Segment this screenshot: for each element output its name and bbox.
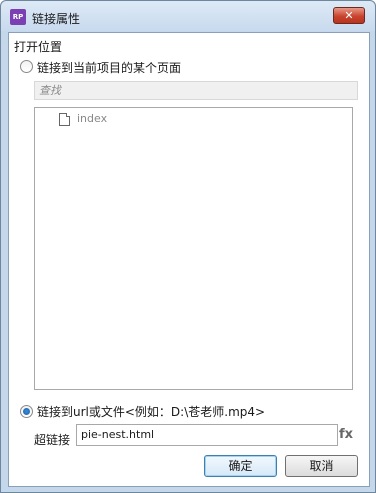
hyperlink-label: 超链接 xyxy=(34,433,71,447)
page-icon xyxy=(59,113,70,126)
axure-rp-icon: RP xyxy=(10,9,26,25)
search-input[interactable]: 查找 xyxy=(34,81,358,100)
cancel-button[interactable]: 取消 xyxy=(285,455,358,477)
ok-button[interactable]: 确定 xyxy=(204,455,277,477)
hyperlink-input[interactable]: pie-nest.html xyxy=(76,424,338,446)
page-tree[interactable]: index xyxy=(34,107,353,390)
title-bar[interactable]: RP 链接属性 ✕ xyxy=(1,1,375,31)
close-button[interactable]: ✕ xyxy=(333,7,365,24)
radio-link-page[interactable] xyxy=(20,60,33,73)
fx-button[interactable]: fx xyxy=(339,427,353,442)
radio-link-url-label[interactable]: 链接到url或文件<例如：D:\苍老师.mp4> xyxy=(37,403,265,420)
window-title: 链接属性 xyxy=(32,12,81,26)
link-properties-dialog: RP 链接属性 ✕ 打开位置 链接到当前项目的某个页面 查找 index 链接到… xyxy=(0,0,376,493)
open-location-label: 打开位置 xyxy=(14,40,63,54)
search-placeholder: 查找 xyxy=(39,84,61,97)
tree-item-index[interactable]: index xyxy=(77,112,107,125)
dialog-body: 打开位置 链接到当前项目的某个页面 查找 index 链接到url或文件<例如：… xyxy=(8,32,370,487)
radio-link-page-label[interactable]: 链接到当前项目的某个页面 xyxy=(37,59,181,76)
radio-link-url[interactable] xyxy=(20,405,33,418)
